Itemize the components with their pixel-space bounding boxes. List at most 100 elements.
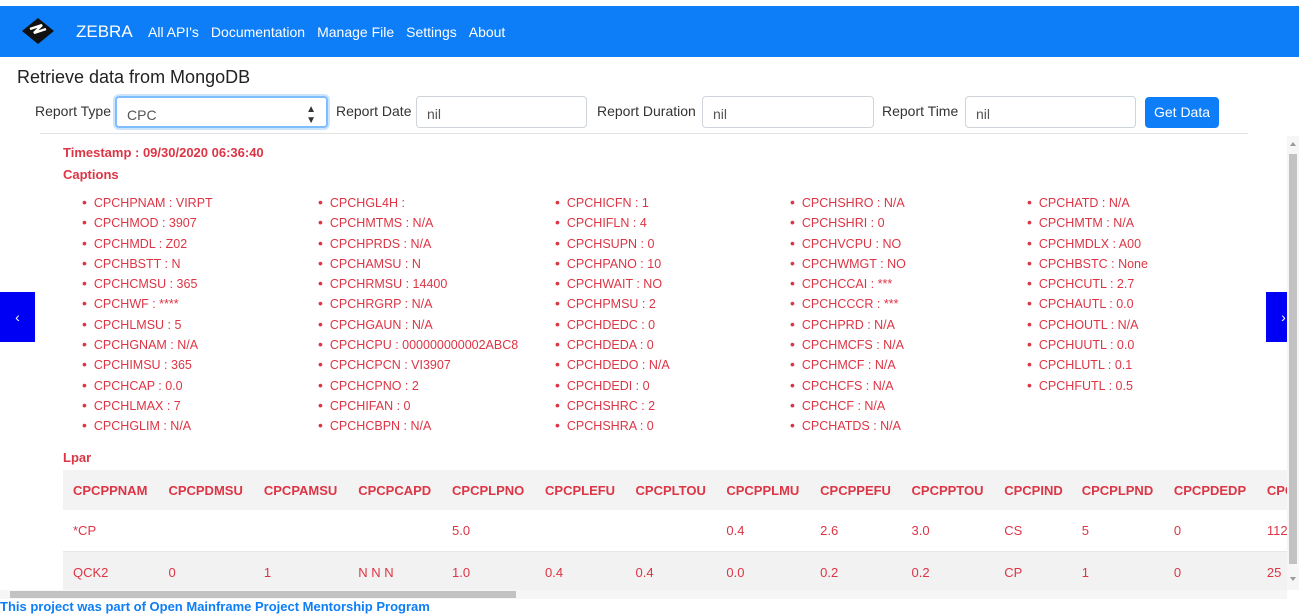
page-title: Retrieve data from MongoDB [17,67,251,87]
carousel-prev-button[interactable]: ‹ [0,292,35,342]
footer-text: This project was part of Open Mainframe … [0,599,430,614]
caption-item: CPCHATD : N/A [1027,192,1148,212]
caption-item: CPCHIFLN : 4 [555,212,670,232]
table-row: *CP 5.0 0.4 2.6 3.0 CS 5 0 112 [63,510,1287,552]
horizontal-scroll-thumb[interactable] [10,591,516,598]
table-cell: QCK2 [63,551,159,590]
navbar: ZEBRA All API's Documentation Manage Fil… [0,6,1299,57]
table-cell: N N N [348,551,443,590]
horizontal-scrollbar[interactable] [0,590,1287,599]
table-cell: 0.4 [535,551,626,590]
caption-item: CPCHBSTC : None [1027,253,1148,273]
chevron-right-icon: › [1281,309,1286,325]
divider [40,133,1248,134]
column-header: CPCPW [1256,470,1287,510]
report-time-label: Report Time [882,103,959,119]
lpar-table-wrapper: CPCPPNAM CPCPDMSU CPCPAMSU CPCPCAPD CPCP… [63,470,1287,590]
table-row: QCK2 0 1 N N N 1.0 0.4 0.4 0.0 0.2 0.2 C… [63,551,1287,590]
nav-link-settings[interactable]: Settings [406,24,457,40]
column-header: CPCPLPND [1071,470,1164,510]
caption-item: CPCHMOD : 3907 [82,212,213,232]
column-header: CPCPPTOU [901,470,995,510]
table-cell [348,510,443,552]
caption-item: CPCHMCFS : N/A [790,334,906,354]
table-cell: 5 [1071,510,1164,552]
caption-item: CPCHPNAM : VIRPT [82,192,213,212]
caption-item: CPCHSHRC : 2 [555,395,670,415]
table-cell: 0 [158,551,254,590]
caption-item: CPCHPMSU : 2 [555,293,670,313]
caption-item: CPCHWF : **** [82,293,213,313]
caption-item: CPCHBSTT : N [82,253,213,273]
zebra-logo[interactable] [20,16,56,46]
caption-item: CPCHCPCN : VI3907 [318,354,518,374]
caption-item: CPCHGNAM : N/A [82,334,213,354]
captions-column-4: CPCHSHRO : N/A CPCHSHRI : 0 CPCHVCPU : N… [790,192,906,436]
scroll-up-arrow-icon[interactable] [1290,142,1296,146]
brand-link[interactable]: ZEBRA [76,22,133,42]
column-header: CPCPDMSU [158,470,254,510]
report-duration-input[interactable]: nil [702,96,874,128]
report-time-input[interactable]: nil [965,96,1136,128]
nav-link-manage-file[interactable]: Manage File [317,24,394,40]
nav-link-all-apis[interactable]: All API's [148,24,199,40]
report-date-input[interactable]: nil [416,96,587,128]
table-cell: 1.0 [442,551,536,590]
get-data-button[interactable]: Get Data [1145,97,1219,128]
table-cell: CS [994,510,1072,552]
table-cell [535,510,626,552]
caption-item: CPCHAUTL : 0.0 [1027,293,1148,313]
table-cell: 0.2 [810,551,902,590]
table-cell: 25 [1256,551,1287,590]
column-header: CPCPLPNO [442,470,536,510]
vertical-scrollbar[interactable] [1287,136,1299,590]
report-duration-label: Report Duration [597,103,696,119]
caption-item: CPCHLMAX : 7 [82,395,213,415]
table-header-row: CPCPPNAM CPCPDMSU CPCPAMSU CPCPCAPD CPCP… [63,470,1287,510]
captions-heading: Captions [63,167,119,182]
report-date-label: Report Date [336,103,412,119]
timestamp: Timestamp : 09/30/2020 06:36:40 [63,145,264,160]
caption-item: CPCHCBPN : N/A [318,415,518,435]
vertical-scroll-thumb[interactable] [1289,154,1297,564]
caption-item: CPCHWMGT : NO [790,253,906,273]
caption-item: CPCHCPNO : 2 [318,375,518,395]
table-cell: 0.4 [716,510,811,552]
chevron-left-icon: ‹ [15,309,20,325]
caption-item: CPCHMCF : N/A [790,354,906,374]
table-cell: 1 [1071,551,1164,590]
nav-link-about[interactable]: About [469,24,506,40]
report-type-select[interactable]: CPC ▲ ▼ [115,96,328,128]
table-cell [253,510,349,552]
scroll-down-arrow-icon[interactable] [1290,577,1296,581]
column-header: CPCPPEFU [810,470,902,510]
caption-item: CPCHCF : N/A [790,395,906,415]
caption-item: CPCHUUTL : 0.0 [1027,334,1148,354]
caption-item: CPCHRGRP : N/A [318,293,518,313]
lpar-heading: Lpar [63,450,92,465]
caption-item: CPCHDEDA : 0 [555,334,670,354]
table-cell [158,510,254,552]
table-cell: 0.2 [901,551,995,590]
caption-item: CPCHGLIM : N/A [82,415,213,435]
caption-item: CPCHCAP : 0.0 [82,375,213,395]
caption-item: CPCHDEDC : 0 [555,314,670,334]
caption-item: CPCHSHRI : 0 [790,212,906,232]
column-header: CPCPAMSU [253,470,349,510]
caption-item: CPCHGAUN : N/A [318,314,518,334]
lpar-table: CPCPPNAM CPCPDMSU CPCPAMSU CPCPCAPD CPCP… [63,470,1287,590]
column-header: CPCPPLMU [716,470,811,510]
captions-column-3: CPCHICFN : 1 CPCHIFLN : 4 CPCHSUPN : 0 C… [555,192,670,436]
column-header: CPCPCAPD [348,470,443,510]
select-arrows-icon: ▲ ▼ [306,104,316,126]
caption-item: CPCHPRDS : N/A [318,233,518,253]
caption-item: CPCHAMSU : N [318,253,518,273]
column-header: CPCPLEFU [535,470,626,510]
caption-item: CPCHSHRO : N/A [790,192,906,212]
caption-item: CPCHMDL : Z02 [82,233,213,253]
caption-item: CPCHICFN : 1 [555,192,670,212]
report-type-label: Report Type [35,103,112,119]
caption-item: CPCHGL4H : [318,192,518,212]
nav-link-documentation[interactable]: Documentation [211,24,305,40]
table-cell: *CP [63,510,159,552]
